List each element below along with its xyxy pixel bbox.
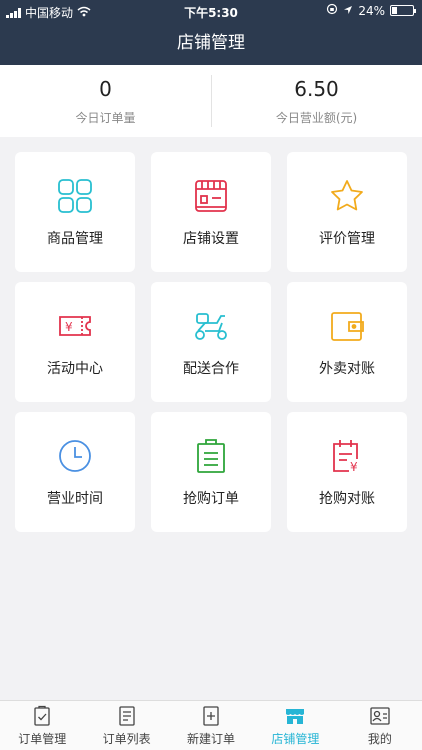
tab-label: 我的 (367, 732, 392, 746)
tile-label: 外卖对账 (319, 361, 375, 377)
tab-label: 店铺管理 (271, 732, 320, 746)
svg-text:¥: ¥ (350, 460, 358, 474)
ticket-icon: ¥ (55, 306, 95, 350)
star-icon (327, 176, 367, 220)
scooter-icon (191, 306, 231, 350)
tab-bar: 订单管理 订单列表 新建订单 店铺管理 我的 (0, 700, 422, 750)
svg-text:¥: ¥ (65, 320, 73, 334)
stats-divider (211, 75, 212, 127)
tile-review-management[interactable]: 评价管理 (287, 152, 407, 272)
tile-label: 评价管理 (319, 231, 375, 247)
tile-activity-center[interactable]: ¥ 活动中心 (15, 282, 135, 402)
stat-orders-label: 今日订单量 (75, 111, 136, 125)
tab-order-list[interactable]: 订单列表 (84, 701, 168, 750)
tile-label: 商品管理 (47, 231, 103, 247)
tab-mine[interactable]: 我的 (338, 701, 422, 750)
tile-label: 店铺设置 (183, 231, 239, 247)
tile-label: 配送合作 (183, 361, 239, 377)
tile-label: 抢购订单 (183, 491, 239, 507)
today-stats: 0 今日订单量 6.50 今日营业额(元) (0, 65, 422, 137)
stat-revenue-value: 6.50 (294, 77, 339, 101)
stat-revenue: 6.50 今日营业额(元) (211, 65, 422, 137)
add-document-icon (169, 705, 253, 727)
tile-product-management[interactable]: 商品管理 (15, 152, 135, 272)
tile-label: 抢购对账 (319, 491, 375, 507)
tab-label: 订单管理 (18, 732, 67, 746)
tab-order-management[interactable]: 订单管理 (0, 701, 84, 750)
battery-icon (390, 5, 416, 16)
location-icon (343, 4, 353, 18)
page-title: 店铺管理 (177, 33, 245, 53)
tile-delivery-partnership[interactable]: 配送合作 (151, 282, 271, 402)
wallet-icon (327, 306, 367, 350)
function-grid: 商品管理 店铺设置 评价管理 ¥ 活动中心 配送合作 外卖对账 营业时间 抢购订… (15, 152, 407, 532)
tile-flash-sale-reconciliation[interactable]: ¥ 抢购对账 (287, 412, 407, 532)
four-squares-icon (55, 176, 95, 220)
tile-flash-sale-orders[interactable]: 抢购订单 (151, 412, 271, 532)
clipboard-icon (191, 436, 231, 480)
tile-business-hours[interactable]: 营业时间 (15, 412, 135, 532)
tile-delivery-reconciliation[interactable]: 外卖对账 (287, 282, 407, 402)
store-icon (253, 705, 337, 727)
tab-label: 订单列表 (102, 732, 151, 746)
battery-percent: 24% (358, 3, 385, 18)
status-bar: 中国移动 下午5:30 24% (0, 0, 422, 22)
calendar-yen-icon: ¥ (327, 436, 367, 480)
tab-new-order[interactable]: 新建订单 (169, 701, 253, 750)
storefront-icon (191, 176, 231, 220)
tab-label: 新建订单 (187, 732, 236, 746)
orientation-lock-icon (326, 3, 338, 18)
navigation-bar: 店铺管理 (0, 22, 422, 65)
tile-label: 营业时间 (47, 491, 103, 507)
tile-store-settings[interactable]: 店铺设置 (151, 152, 271, 272)
stat-revenue-label: 今日营业额(元) (275, 111, 358, 125)
clipboard-check-icon (0, 705, 84, 727)
document-list-icon (84, 705, 168, 727)
profile-card-icon (338, 705, 422, 727)
stat-orders-value: 0 (99, 77, 112, 101)
stat-orders: 0 今日订单量 (0, 65, 211, 137)
tile-label: 活动中心 (47, 361, 103, 377)
tab-store-management[interactable]: 店铺管理 (253, 701, 337, 750)
clock-icon (55, 436, 95, 480)
